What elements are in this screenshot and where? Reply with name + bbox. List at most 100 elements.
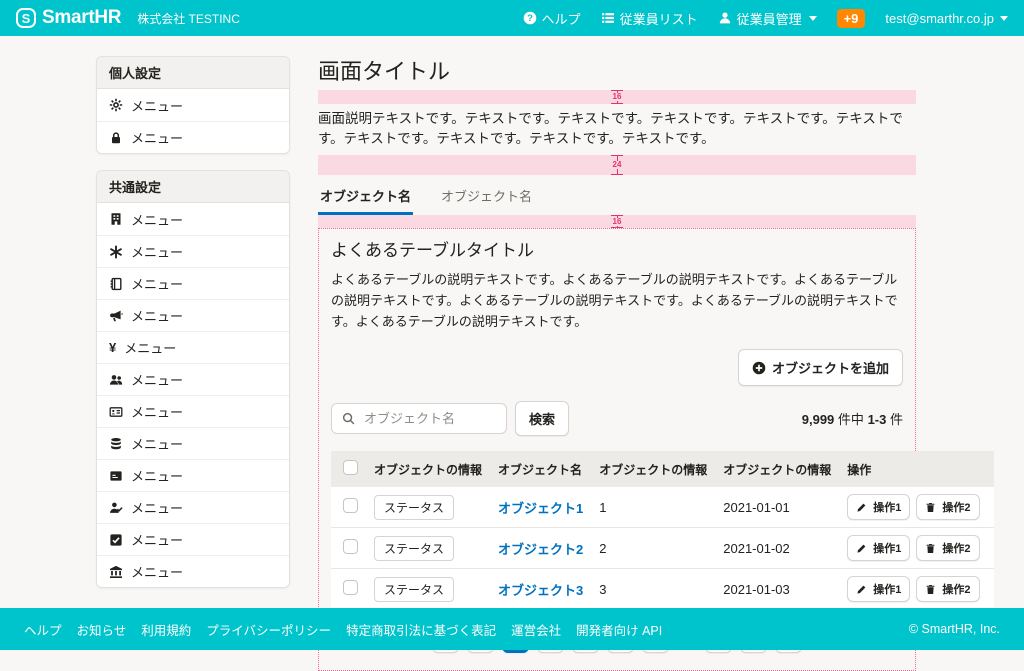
action-button-label: 操作1 <box>873 540 901 556</box>
header-nav-label: 従業員管理 <box>737 9 802 28</box>
sidebar-item-person-check[interactable]: メニュー <box>97 491 289 523</box>
footer-link-2[interactable]: お知らせ <box>77 620 127 639</box>
sidebar-item-label: メニュー <box>124 338 176 357</box>
object-table: オブジェクトの情報オブジェクト名オブジェクトの情報オブジェクトの情報操作 ステー… <box>331 451 994 610</box>
sidebar-item-label: メニュー <box>131 210 183 229</box>
sidebar-item-people[interactable]: メニュー <box>97 363 289 395</box>
smarthr-logo[interactable]: S SmartHR <box>16 7 121 29</box>
delete-action-button[interactable]: 操作2 <box>916 494 979 520</box>
sidebar-item-badge-number[interactable]: メニュー <box>97 459 289 491</box>
table-column-header-5: 操作 <box>839 451 993 487</box>
footer-link-4[interactable]: プライバシーポリシー <box>206 620 331 639</box>
sidebar-item-gear[interactable]: メニュー <box>97 89 289 121</box>
sidebar-item-book[interactable]: メニュー <box>97 267 289 299</box>
object-link[interactable]: オブジェクト3 <box>498 583 583 598</box>
action-button-label: 操作2 <box>942 499 970 515</box>
search-input[interactable] <box>362 410 496 427</box>
row-checkbox-cell <box>331 487 366 528</box>
badge-number-icon <box>109 469 123 483</box>
help-circle-icon: ? <box>523 11 537 25</box>
edit-action-button[interactable]: 操作1 <box>847 494 910 520</box>
footer-link-5[interactable]: 特定商取引法に基づく表記 <box>346 620 496 639</box>
pencil-icon <box>856 502 867 513</box>
delete-action-button[interactable]: 操作2 <box>916 535 979 561</box>
app-header: S SmartHR 株式会社 TESTINC ?ヘルプ従業員リスト従業員管理 +… <box>0 0 1024 36</box>
footer-link-3[interactable]: 利用規約 <box>141 620 191 639</box>
sidebar-item-asterisk[interactable]: メニュー <box>97 235 289 267</box>
sidebar-item-yen[interactable]: ¥メニュー <box>97 331 289 363</box>
table-column-header-2: オブジェクト名 <box>490 451 591 487</box>
row-checkbox[interactable] <box>343 498 358 513</box>
svg-text:?: ? <box>527 13 533 24</box>
table-column-header-1: オブジェクトの情報 <box>366 451 490 487</box>
result-unit-end: 件 <box>890 412 903 427</box>
edit-action-button[interactable]: 操作1 <box>847 535 910 561</box>
book-icon <box>109 277 123 291</box>
sidebar-item-lock[interactable]: メニュー <box>97 121 289 153</box>
tab-object-name-1[interactable]: オブジェクト名 <box>318 180 413 215</box>
table-panel: よくあるテーブルタイトル よくあるテーブルの説明テキストです。よくあるテーブルの… <box>318 228 916 671</box>
select-all-checkbox[interactable] <box>343 460 358 475</box>
sidebar-item-id-card[interactable]: メニュー <box>97 395 289 427</box>
sidebar-item-label: メニュー <box>131 466 183 485</box>
row-status-cell: ステータス <box>366 528 490 569</box>
action-button-label: 操作1 <box>873 581 901 597</box>
result-unit-middle: 件中 <box>838 412 864 427</box>
sidebar: 個人設定メニューメニュー共通設定メニューメニューメニューメニュー¥メニューメニュ… <box>96 56 290 588</box>
header-nav-item-3[interactable]: 従業員管理 <box>718 9 817 28</box>
sidebar-item-label: メニュー <box>131 530 183 549</box>
gear-icon <box>109 98 123 112</box>
spacing-value: 16 <box>612 218 623 226</box>
spacing-value: 24 <box>612 161 623 169</box>
row-checkbox-cell <box>331 569 366 610</box>
page-title: 画面タイトル <box>318 58 916 86</box>
row-checkbox[interactable] <box>343 539 358 554</box>
action-button-label: 操作2 <box>942 581 970 597</box>
spacing-annotation-16b: 16 <box>318 215 916 228</box>
footer-link-7[interactable]: 開発者向け API <box>576 620 662 639</box>
object-link[interactable]: オブジェクト2 <box>498 542 583 557</box>
row-actions-cell: 操作1 操作2 <box>839 528 993 569</box>
tab-object-name-2[interactable]: オブジェクト名 <box>439 180 534 215</box>
sidebar-section-2: 共通設定メニューメニューメニューメニュー¥メニューメニューメニューメニューメニュ… <box>96 170 290 588</box>
footer-link-1[interactable]: ヘルプ <box>24 620 62 639</box>
row-checkbox[interactable] <box>343 580 358 595</box>
status-badge: ステータス <box>374 495 454 520</box>
pencil-icon <box>856 584 867 595</box>
footer-link-6[interactable]: 運営会社 <box>511 620 561 639</box>
account-email: test@smarthr.co.jp <box>885 11 994 26</box>
result-total: 9,999 <box>802 412 835 427</box>
id-card-icon <box>109 405 123 419</box>
row-actions-cell: 操作1 操作2 <box>839 487 993 528</box>
page-description: 画面説明テキストです。テキストです。テキストです。テキストです。テキストです。テ… <box>318 109 916 150</box>
sidebar-item-label: メニュー <box>131 96 183 115</box>
edit-action-button[interactable]: 操作1 <box>847 576 910 602</box>
sidebar-item-megaphone[interactable]: メニュー <box>97 299 289 331</box>
table-row-1: ステータスオブジェクト112021-01-01操作1操作2 <box>331 487 994 528</box>
bank-icon <box>109 565 123 579</box>
sidebar-item-database[interactable]: メニュー <box>97 427 289 459</box>
sidebar-item-label: メニュー <box>131 402 183 421</box>
delete-action-button[interactable]: 操作2 <box>916 576 979 602</box>
account-menu[interactable]: test@smarthr.co.jp <box>885 11 1008 26</box>
row-info-cell: 3 <box>591 569 715 610</box>
object-link[interactable]: オブジェクト1 <box>498 501 583 516</box>
result-count: 9,999 件中 1-3 件 <box>802 409 903 428</box>
row-name-cell: オブジェクト1 <box>490 487 591 528</box>
sidebar-item-bank[interactable]: メニュー <box>97 555 289 587</box>
header-nav-item-1[interactable]: ?ヘルプ <box>523 9 581 28</box>
table-row-3: ステータスオブジェクト332021-01-03操作1操作2 <box>331 569 994 610</box>
header-nav-item-2[interactable]: 従業員リスト <box>601 9 698 28</box>
sidebar-item-checkbox[interactable]: メニュー <box>97 523 289 555</box>
search-button[interactable]: 検索 <box>515 401 569 436</box>
sidebar-item-building[interactable]: メニュー <box>97 203 289 235</box>
add-object-button[interactable]: オブジェクトを追加 <box>738 349 903 386</box>
notification-badge[interactable]: +9 <box>837 9 866 28</box>
trash-icon <box>925 543 936 554</box>
smarthr-logo-icon: S <box>16 8 36 28</box>
row-date-cell: 2021-01-02 <box>715 528 839 569</box>
people-icon <box>109 373 123 387</box>
person-icon <box>718 11 732 25</box>
row-name-cell: オブジェクト2 <box>490 528 591 569</box>
row-status-cell: ステータス <box>366 569 490 610</box>
